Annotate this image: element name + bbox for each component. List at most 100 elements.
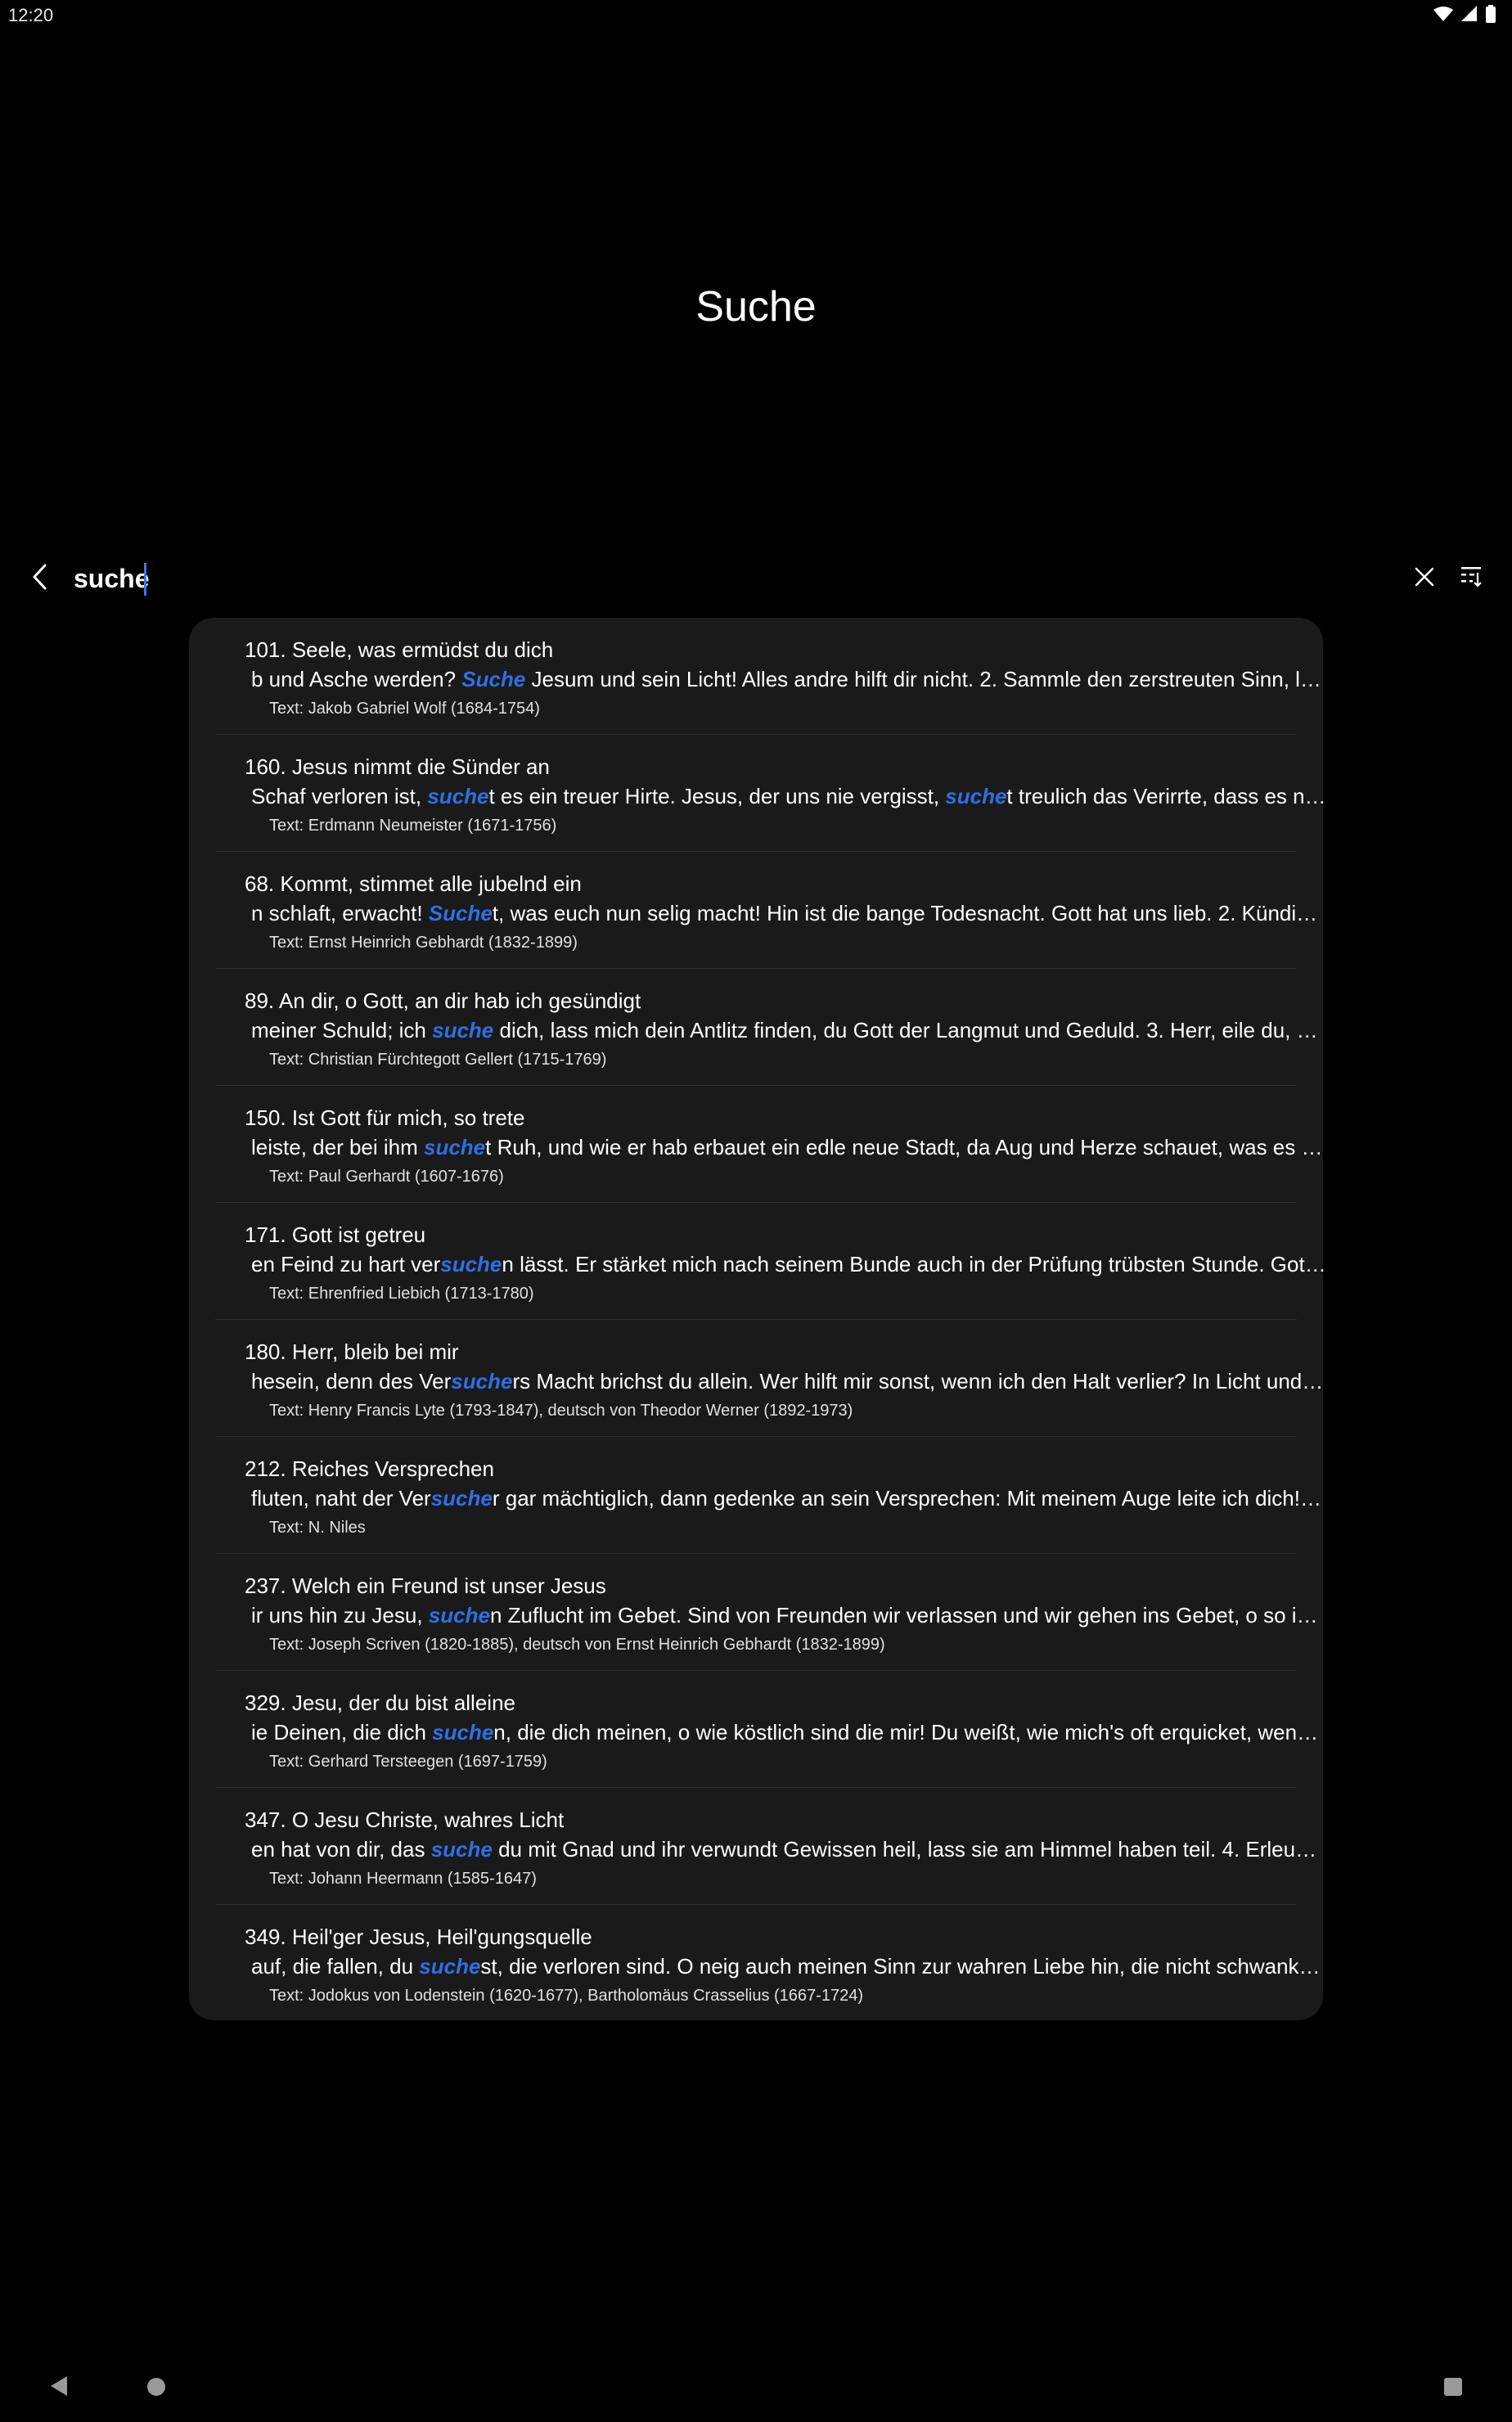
result-snippet: auf, die fallen, du suchest, die verlore… <box>251 1954 1326 1979</box>
clear-search-button[interactable] <box>1407 561 1442 596</box>
result-snippet: n schlaft, erwacht! Suchet, was euch nun… <box>251 901 1326 926</box>
result-item[interactable]: 180. Herr, bleib bei mir hesein, denn des… <box>215 1320 1326 1437</box>
search-match-highlight: suche <box>432 1720 494 1744</box>
snippet-text: hesein, denn des Ver <box>251 1369 452 1393</box>
result-snippet: leiste, der bei ihm suchet Ruh, und wie … <box>251 1135 1326 1160</box>
result-item[interactable]: 212. Reiches Versprechen fluten, naht der… <box>215 1437 1326 1554</box>
snippet-text: t, was euch nun selig macht! Hin ist die… <box>492 901 1326 925</box>
search-match-highlight: suche <box>440 1252 502 1276</box>
result-author: Text: Jakob Gabriel Wolf (1684-1754) <box>269 700 540 718</box>
result-item[interactable]: 349. Heil'ger Jesus, Heil'gungsquelle auf… <box>215 1905 1326 2022</box>
snippet-text: st, die verloren sind. O neig auch meine… <box>480 1954 1326 1979</box>
result-item[interactable]: 237. Welch ein Freund ist unser Jesus ir … <box>215 1554 1326 1671</box>
result-snippet: ir uns hin zu Jesu, suchen Zuflucht im G… <box>251 1603 1326 1628</box>
snippet-text: auf, die fallen, du <box>251 1954 420 1979</box>
result-snippet: en hat von dir, das suche du mit Gnad un… <box>251 1837 1326 1862</box>
snippet-text: fluten, naht der Ver <box>251 1486 431 1510</box>
result-snippet: en Feind zu hart versuchen lässt. Er stä… <box>251 1252 1326 1277</box>
search-match-highlight: suche <box>419 1954 481 1979</box>
battery-icon <box>1486 5 1496 23</box>
search-input[interactable] <box>74 556 1383 601</box>
snippet-text: n, die dich meinen, o wie köstlich sind … <box>493 1720 1326 1744</box>
search-match-highlight: suche <box>428 1603 490 1627</box>
result-title: 180. Herr, bleib bei mir <box>245 1339 459 1364</box>
result-title: 150. Ist Gott für mich, so trete <box>245 1105 525 1130</box>
search-match-highlight: suche <box>423 1135 486 1159</box>
snippet-text: n schlaft, erwacht! <box>251 901 429 925</box>
result-title: 171. Gott ist getreu <box>245 1222 426 1247</box>
result-author: Text: Joseph Scriven (1820-1885), deutsc… <box>269 1636 885 1654</box>
snippet-text: Schaf verloren ist, <box>251 784 428 808</box>
result-item[interactable]: 329. Jesu, der du bist alleine ie Deinen,… <box>215 1671 1326 1788</box>
snippet-text: du mit Gnad und ihr verwundt Gewissen he… <box>492 1837 1326 1862</box>
result-item[interactable]: 68. Kommt, stimmet alle jubelnd ein n sch… <box>215 852 1326 969</box>
wifi-icon <box>1433 6 1453 22</box>
snippet-text: n lässt. Er stärket mich nach seinem Bun… <box>502 1252 1326 1276</box>
status-bar: 12:20 <box>0 0 1512 33</box>
result-snippet: b und Asche werden? Suche Jesum und sein… <box>251 667 1326 692</box>
text-cursor <box>144 563 146 596</box>
search-match-highlight: Suche <box>428 901 493 925</box>
chevron-left-icon <box>30 563 50 595</box>
result-author: Text: N. Niles <box>269 1519 366 1537</box>
result-title: 89. An dir, o Gott, an dir hab ich gesün… <box>245 988 641 1013</box>
snippet-text: ir uns hin zu Jesu, <box>251 1603 429 1627</box>
snippet-text: t treulich das Verirrte, dass es nicht v… <box>1006 784 1326 808</box>
result-author: Text: Ehrenfried Liebich (1713-1780) <box>269 1285 534 1303</box>
result-snippet: Schaf verloren ist, suchet es ein treuer… <box>251 784 1326 809</box>
search-match-highlight: suche <box>430 1837 493 1862</box>
result-snippet: ie Deinen, die dich suchen, die dich mei… <box>251 1720 1326 1745</box>
snippet-text: ie Deinen, die dich <box>251 1720 433 1744</box>
result-author: Text: Christian Fürchtegott Gellert (171… <box>269 1051 607 1069</box>
result-snippet: hesein, denn des Versuchers Macht brichs… <box>251 1369 1326 1394</box>
search-match-highlight: Suche <box>461 667 526 691</box>
result-author: Text: Gerhard Tersteegen (1697-1759) <box>269 1753 547 1771</box>
status-time: 12:20 <box>8 5 54 25</box>
snippet-text: rs Macht brichst du allein. Wer hilft mi… <box>512 1369 1326 1393</box>
result-title: 329. Jesu, der du bist alleine <box>245 1690 515 1715</box>
result-item[interactable]: 89. An dir, o Gott, an dir hab ich gesün… <box>215 969 1326 1086</box>
signal-icon <box>1461 6 1478 22</box>
snippet-text: leiste, der bei ihm <box>251 1135 424 1159</box>
result-item[interactable]: 160. Jesus nimmt die Sünder an Schaf verl… <box>215 735 1326 852</box>
result-title: 237. Welch ein Freund ist unser Jesus <box>245 1573 606 1598</box>
recents-square-icon[interactable] <box>1444 2378 1462 2396</box>
result-author: Text: Paul Gerhardt (1607-1676) <box>269 1168 504 1186</box>
filter-button[interactable] <box>1456 561 1491 596</box>
close-icon <box>1414 566 1435 592</box>
result-author: Text: Henry Francis Lyte (1793-1847), de… <box>269 1402 853 1420</box>
back-triangle-icon[interactable] <box>47 2375 72 2399</box>
snippet-text: dich, lass mich dein Antlitz finden, du … <box>493 1018 1326 1042</box>
snippet-text: t es ein treuer Hirte. Jesus, der uns ni… <box>488 784 946 808</box>
snippet-text: b und Asche werden? <box>251 667 462 691</box>
result-title: 349. Heil'ger Jesus, Heil'gungsquelle <box>245 1925 592 1949</box>
snippet-text: n Zuflucht im Gebet. Sind von Freunden w… <box>489 1603 1326 1627</box>
search-results-list: 101. Seele, was ermüdst du dich b und Asc… <box>189 618 1326 2022</box>
result-item[interactable]: 347. O Jesu Christe, wahres Licht en hat … <box>215 1788 1326 1905</box>
snippet-text: t Ruh, und wie er hab erbauet ein edle n… <box>485 1135 1326 1159</box>
snippet-text: en hat von dir, das <box>251 1837 431 1862</box>
search-bar <box>0 548 1512 609</box>
back-button[interactable] <box>23 561 57 596</box>
filter-list-icon <box>1461 565 1486 592</box>
page-title: Suche <box>695 283 817 331</box>
home-circle-icon[interactable] <box>147 2378 165 2396</box>
result-snippet: meiner Schuld; ich suche dich, lass mich… <box>251 1018 1326 1043</box>
search-match-highlight: suche <box>451 1369 513 1393</box>
result-author: Text: Erdmann Neumeister (1671-1756) <box>269 817 557 835</box>
search-match-highlight: suche <box>432 1018 494 1042</box>
search-match-highlight: suche <box>427 784 489 808</box>
search-match-highlight: suche <box>945 784 1007 808</box>
result-item[interactable]: 171. Gott ist getreu en Feind zu hart ver… <box>215 1203 1326 1320</box>
result-snippet: fluten, naht der Versucher gar mächtigli… <box>251 1486 1326 1511</box>
result-item[interactable]: 101. Seele, was ermüdst du dich b und Asc… <box>215 618 1326 735</box>
result-title: 101. Seele, was ermüdst du dich <box>245 637 554 662</box>
snippet-text: Jesum und sein Licht! Alles andre hilft … <box>531 667 1326 691</box>
result-title: 347. O Jesu Christe, wahres Licht <box>245 1807 565 1832</box>
result-author: Text: Ernst Heinrich Gebhardt (1832-1899… <box>269 934 578 952</box>
result-title: 68. Kommt, stimmet alle jubelnd ein <box>245 871 582 896</box>
navigation-bar <box>0 2357 1512 2422</box>
search-match-highlight: suche <box>430 1486 493 1510</box>
result-item[interactable]: 150. Ist Gott für mich, so trete leiste,… <box>215 1086 1326 1203</box>
snippet-text: meiner Schuld; ich <box>251 1018 433 1042</box>
